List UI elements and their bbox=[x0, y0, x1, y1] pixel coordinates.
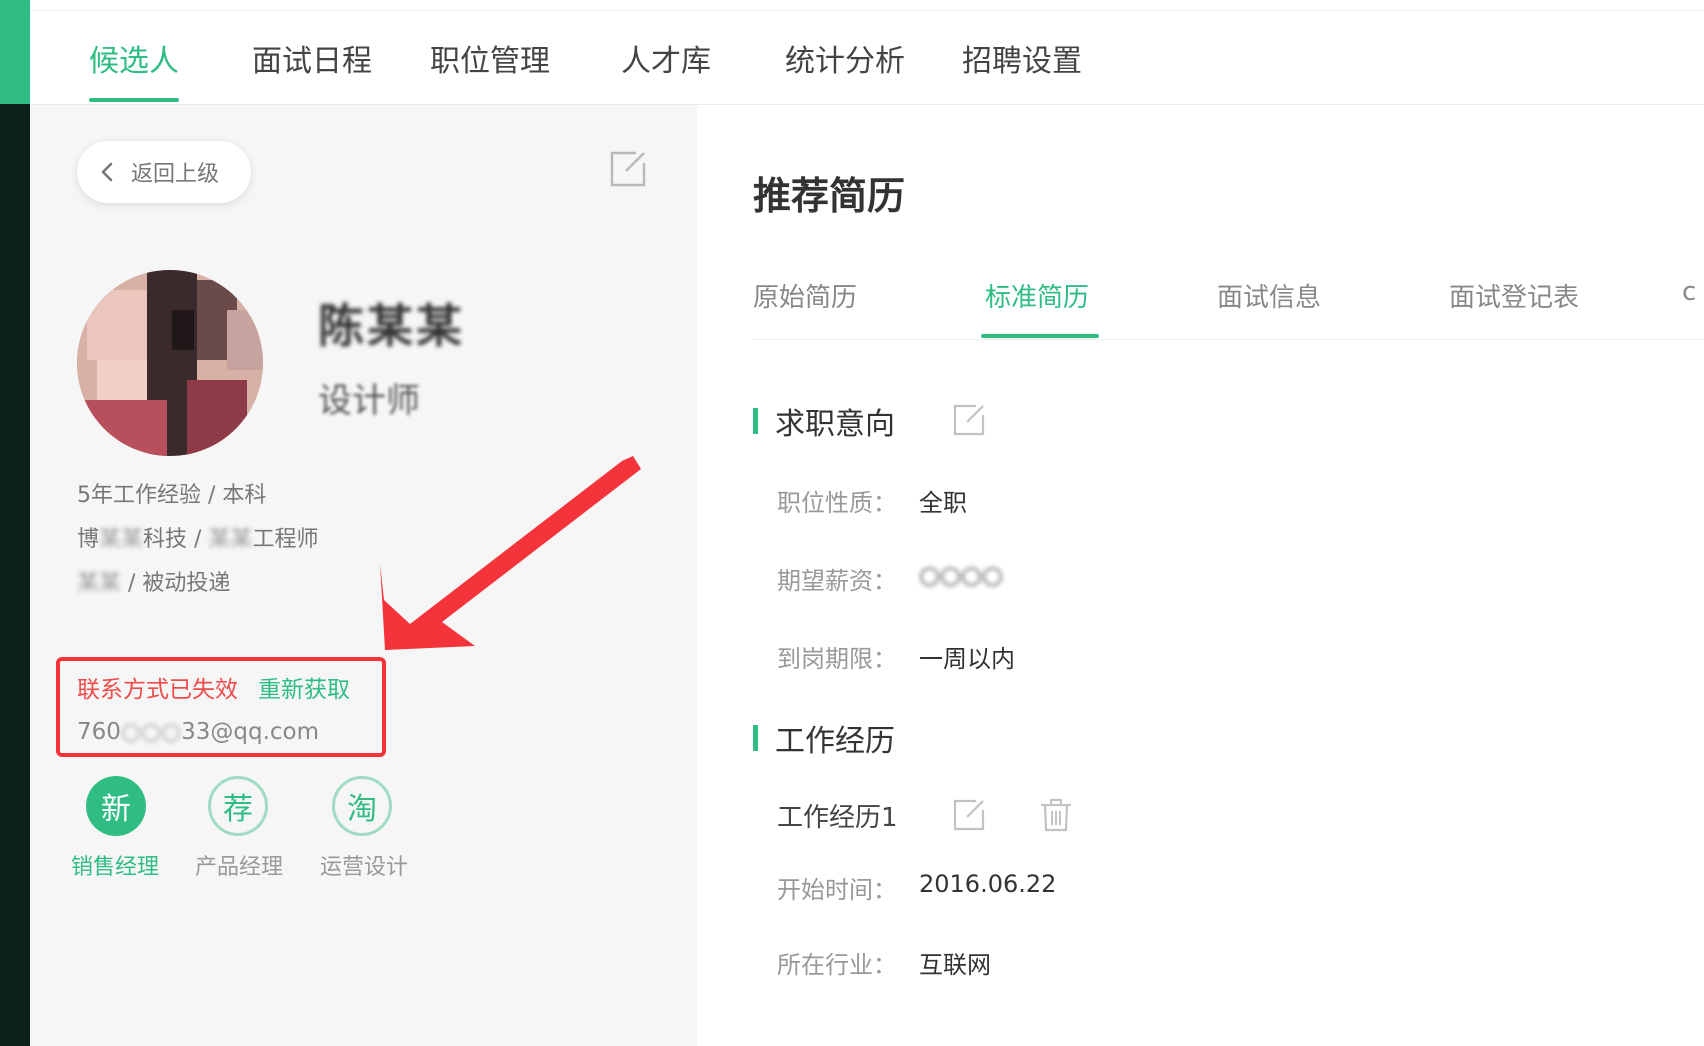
edit-work-icon[interactable] bbox=[950, 796, 988, 834]
job-redacted: 某某 bbox=[208, 527, 253, 552]
position-badge-recommend[interactable]: 荐 bbox=[208, 776, 268, 836]
source-line: 某某 / 被动投递 bbox=[77, 565, 230, 597]
section-title-intention: 求职意向 bbox=[775, 407, 895, 442]
app-left-strip bbox=[0, 0, 30, 1046]
company-prefix: 博 bbox=[77, 527, 100, 552]
work-entry-title: 工作经历1 bbox=[777, 803, 898, 833]
tab-standard-resume[interactable]: 标准简历 bbox=[985, 277, 1089, 314]
section-marker bbox=[753, 408, 758, 434]
nav-tab-position-management[interactable]: 职位管理 bbox=[430, 36, 550, 80]
tab-interview-form[interactable]: 面试登记表 bbox=[1449, 277, 1579, 314]
tab-divider bbox=[753, 339, 1704, 340]
section-marker bbox=[753, 725, 758, 751]
position-label-sales-manager[interactable]: 销售经理 bbox=[71, 849, 159, 881]
email-prefix: 760 bbox=[77, 719, 121, 745]
job-suffix: 工程师 bbox=[252, 527, 319, 552]
trash-icon[interactable] bbox=[1037, 796, 1075, 834]
resume-panel: 推荐简历 原始简历 标准简历 面试信息 面试登记表 c 求职意向 职位性质： 全… bbox=[697, 105, 1704, 1046]
edit-icon[interactable] bbox=[606, 147, 650, 191]
company-job: 博某某科技 / 某某工程师 bbox=[77, 521, 318, 553]
source-redacted: 某某 bbox=[77, 571, 122, 596]
candidate-sidebar: 返回上级 陈某某 设计师 5年工作经验 / 本科 博某某科技 / 某某工程师 某… bbox=[30, 105, 697, 1046]
edit-intention-icon[interactable] bbox=[950, 401, 988, 439]
nav-tab-statistics[interactable]: 统计分析 bbox=[785, 36, 905, 80]
top-divider bbox=[30, 10, 1704, 11]
avatar bbox=[77, 270, 263, 456]
field-label-availability: 到岗期限： bbox=[777, 645, 897, 673]
position-badge-sourced[interactable]: 淘 bbox=[332, 776, 392, 836]
field-value-salary: ○○○○ bbox=[919, 561, 1003, 589]
nav-tab-talent-pool[interactable]: 人才库 bbox=[621, 36, 711, 80]
field-label-salary: 期望薪资： bbox=[777, 567, 897, 595]
nav-tab-recruit-settings[interactable]: 招聘设置 bbox=[962, 36, 1082, 80]
company-redacted: 某某 bbox=[99, 527, 144, 552]
email-redacted: ○○○ bbox=[120, 719, 182, 745]
candidate-title: 设计师 bbox=[318, 381, 420, 421]
company-suffix: 科技 / bbox=[143, 527, 202, 552]
contact-expired-status: 联系方式已失效 bbox=[77, 677, 238, 703]
email-suffix: 33@qq.com bbox=[181, 719, 320, 745]
refetch-contact-link[interactable]: 重新获取 bbox=[258, 670, 350, 704]
field-value-start-date: 2016.06.22 bbox=[919, 870, 1057, 898]
field-label-start-date: 开始时间： bbox=[777, 876, 897, 904]
back-button[interactable]: 返回上级 bbox=[77, 141, 251, 203]
position-label-product-manager[interactable]: 产品经理 bbox=[195, 849, 283, 881]
section-title-work: 工作经历 bbox=[775, 724, 895, 759]
nav-tab-interview-schedule[interactable]: 面试日程 bbox=[252, 36, 372, 80]
field-value-industry: 互联网 bbox=[919, 951, 991, 979]
tab-interview-info[interactable]: 面试信息 bbox=[1217, 277, 1321, 314]
experience-education: 5年工作经验 / 本科 bbox=[77, 483, 267, 508]
back-button-label: 返回上级 bbox=[131, 162, 220, 187]
app-left-strip-accent bbox=[0, 0, 30, 104]
field-value-availability: 一周以内 bbox=[919, 645, 1015, 673]
candidate-name: 陈某某 bbox=[318, 299, 465, 353]
tab-original-resume[interactable]: 原始简历 bbox=[753, 277, 857, 314]
field-label-job-type: 职位性质： bbox=[777, 489, 897, 517]
field-value-job-type: 全职 bbox=[919, 489, 967, 517]
page-title: 推荐简历 bbox=[753, 174, 906, 218]
field-label-industry: 所在行业： bbox=[777, 951, 897, 979]
source-type: / 被动投递 bbox=[128, 571, 231, 596]
chevron-left-icon bbox=[101, 162, 113, 182]
position-label-operations-design[interactable]: 运营设计 bbox=[320, 849, 408, 881]
position-badge-new[interactable]: 新 bbox=[86, 776, 146, 836]
top-navigation: 候选人 面试日程 职位管理 人才库 统计分析 招聘设置 bbox=[30, 0, 1704, 105]
nav-tab-candidates[interactable]: 候选人 bbox=[89, 36, 179, 102]
candidate-email: 760○○○33@qq.com bbox=[77, 719, 319, 745]
tab-overflow[interactable]: c bbox=[1682, 277, 1696, 307]
active-tab-indicator bbox=[981, 334, 1099, 338]
